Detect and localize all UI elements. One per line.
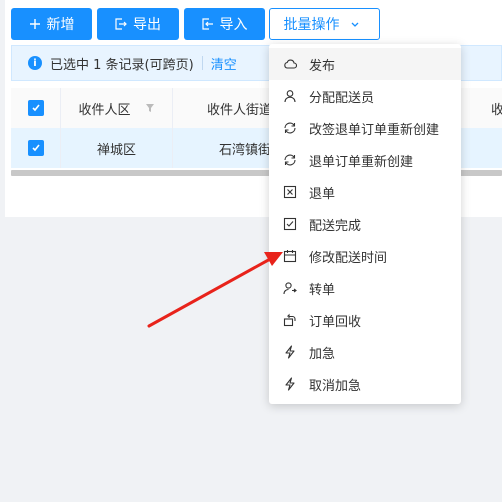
annotation-arrow <box>147 252 283 328</box>
